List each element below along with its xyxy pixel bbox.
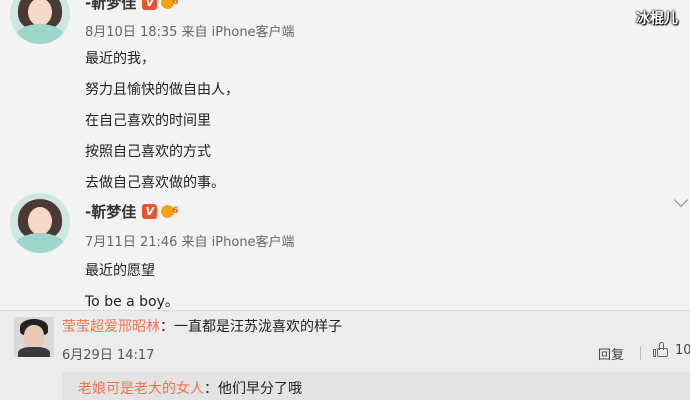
author-line: -靳梦佳 V 6 <box>85 200 181 222</box>
author-line: -靳梦佳 V 6 <box>85 0 181 13</box>
post-line: 在自己喜欢的时间里 <box>85 113 211 129</box>
comment-text: 莹莹超爱邢昭林：一直都是汪苏泷喜欢的样子 <box>62 316 342 336</box>
verified-icon: V <box>142 203 158 219</box>
like-button[interactable]: 10 <box>653 342 690 358</box>
weibo-post: -靳梦佳 V 6 7月11日 21:46 来自 iPhone客户端 最近的愿望 … <box>0 185 690 310</box>
post-content: 最近的我， 努力且愉快的做自由人， 在自己喜欢的时间里 按照自己喜欢的方式 去做… <box>85 49 239 204</box>
avatar[interactable] <box>10 193 70 253</box>
verified-icon: V <box>142 0 158 10</box>
nested-reply-username[interactable]: 老娘可是老大的女人 <box>78 381 204 397</box>
nested-reply: 老娘可是老大的女人：他们早分了哦 <box>62 372 690 400</box>
chevron-down-icon[interactable] <box>673 192 689 208</box>
weibo-post: -靳梦佳 V 6 8月10日 18:35 来自 iPhone客户端 最近的我， … <box>0 0 690 191</box>
comment-username[interactable]: 莹莹超爱邢昭林 <box>62 319 160 335</box>
comment-body: ：一直都是汪苏泷喜欢的样子 <box>160 319 342 335</box>
post-line: 按照自己喜欢的方式 <box>85 144 211 160</box>
reply-button[interactable]: 回复 <box>598 344 624 363</box>
post-meta: 8月10日 18:35 来自 iPhone客户端 <box>85 25 295 40</box>
comment-time: 6月29日 14:17 <box>62 348 155 363</box>
author-name[interactable]: -靳梦佳 <box>85 201 136 222</box>
author-name[interactable]: -靳梦佳 <box>85 0 136 13</box>
commenter-avatar[interactable] <box>14 317 54 357</box>
comment-section: 莹莹超爱邢昭林：一直都是汪苏泷喜欢的样子 6月29日 14:17 回复 10 老… <box>0 310 690 400</box>
level-badge-icon: 6 <box>161 204 181 219</box>
thumbs-up-icon <box>653 342 669 358</box>
post-meta: 7月11日 21:46 来自 iPhone客户端 <box>85 235 295 250</box>
post-line: 最近的愿望 <box>85 263 155 279</box>
avatar[interactable] <box>10 0 70 44</box>
post-line: 努力且愉快的做自由人， <box>85 82 239 98</box>
level-badge-icon: 6 <box>161 0 181 10</box>
post-line: 最近的我， <box>85 51 155 67</box>
nested-reply-body: ：他们早分了哦 <box>204 381 302 397</box>
divider <box>640 346 641 360</box>
like-count: 10 <box>675 342 690 358</box>
nested-reply-text: 老娘可是老大的女人：他们早分了哦 <box>78 378 302 398</box>
